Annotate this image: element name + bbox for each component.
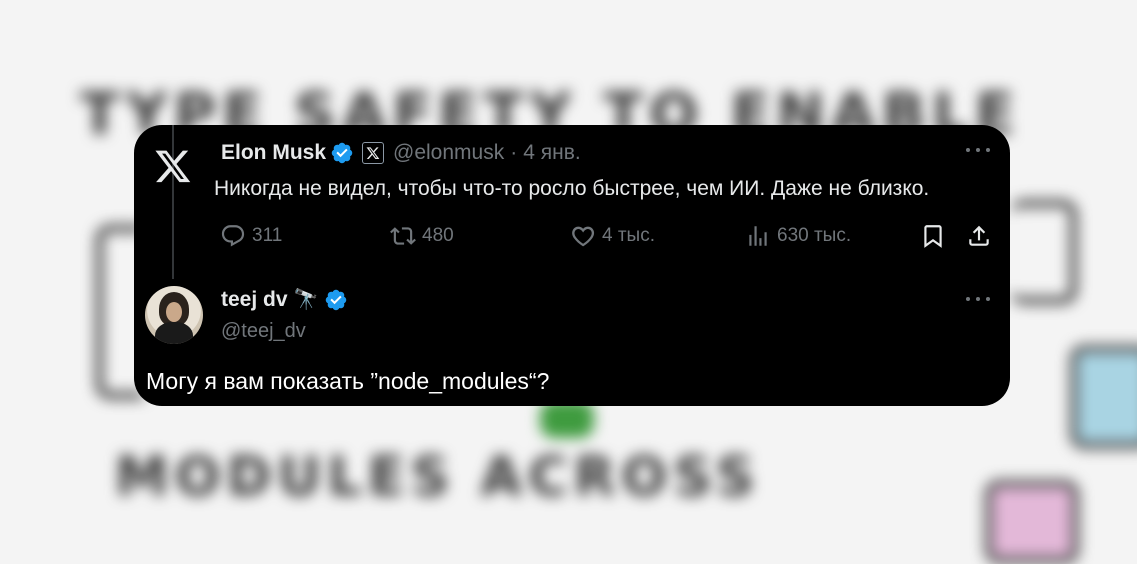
background-folder-blue — [1070, 345, 1137, 449]
reply-author-name[interactable]: teej dv — [221, 288, 288, 312]
verified-badge-icon — [330, 141, 354, 165]
views-count: 630 тыс. — [777, 225, 852, 246]
reply-count: 311 — [252, 225, 283, 246]
verified-badge-icon — [324, 288, 348, 312]
background-folder-pink — [985, 480, 1079, 564]
views-button[interactable]: 630 тыс. — [745, 223, 851, 249]
bookmark-icon — [924, 225, 942, 248]
background-scribble: MODULES ACROSS — [115, 445, 761, 508]
reply-icon — [221, 225, 245, 247]
like-count: 4 тыс. — [602, 225, 655, 246]
tweet-actions-bar: 311 480 4 тыс. 630 тыс. — [220, 223, 992, 251]
bookmark-button[interactable] — [920, 223, 946, 249]
share-icon — [969, 225, 989, 246]
tweet-card: Elon Musk @elonmusk · 4 янв. Никогда не … — [134, 125, 1010, 406]
background-box-shape — [1010, 200, 1077, 304]
heart-icon — [572, 226, 595, 247]
author-handle[interactable]: @elonmusk — [393, 141, 504, 165]
quoted-tweet-header: Elon Musk @elonmusk · 4 янв. — [221, 140, 581, 166]
like-button[interactable]: 4 тыс. — [570, 223, 655, 249]
quoted-tweet-text: Никогда не видел, чтобы что-то росло быс… — [214, 177, 930, 200]
reply-button[interactable]: 311 — [220, 223, 282, 249]
more-options-icon[interactable] — [966, 297, 990, 303]
tweet-date[interactable]: 4 янв. — [523, 141, 580, 165]
affiliate-x-badge-icon — [362, 142, 385, 164]
views-chart-icon — [749, 226, 767, 246]
reply-author-line: teej dv 🔭 — [221, 287, 348, 312]
x-logo-icon[interactable] — [154, 147, 192, 185]
reply-author-handle[interactable]: @teej_dv — [221, 320, 306, 343]
author-name[interactable]: Elon Musk — [221, 141, 326, 165]
share-button[interactable] — [966, 223, 992, 249]
repost-button[interactable]: 480 — [390, 223, 454, 249]
avatar[interactable] — [145, 286, 203, 344]
reply-tweet-text: Могу я вам показать ”node_modules“? — [146, 368, 550, 394]
telescope-emoji-icon: 🔭 — [293, 289, 319, 311]
separator-dot: · — [510, 141, 518, 164]
more-options-icon[interactable] — [966, 148, 990, 154]
repost-count: 480 — [422, 225, 454, 246]
repost-icon — [390, 227, 416, 245]
